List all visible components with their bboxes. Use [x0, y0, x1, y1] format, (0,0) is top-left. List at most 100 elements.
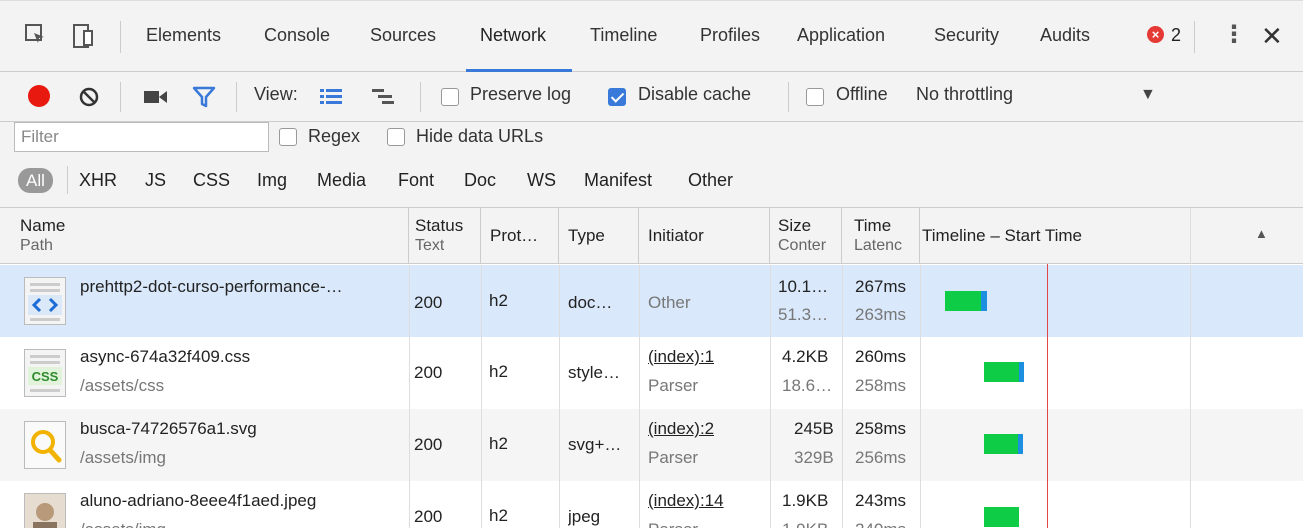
- waterfall-receiving: [1019, 362, 1024, 382]
- offline-label[interactable]: Offline: [836, 84, 888, 105]
- type-filter-css[interactable]: CSS: [193, 170, 230, 191]
- filter-icon[interactable]: [192, 86, 216, 113]
- regex-label[interactable]: Regex: [308, 126, 360, 147]
- toolbar-divider: [788, 82, 789, 112]
- request-time: 258ms: [855, 419, 907, 438]
- request-path: /assets/img: [80, 520, 400, 528]
- offline-checkbox[interactable]: [806, 88, 824, 106]
- waterfall-bar[interactable]: [945, 291, 987, 311]
- timeline-gridline: [1190, 265, 1191, 528]
- initiator-link[interactable]: (index):2: [648, 419, 714, 439]
- request-status: 200: [414, 363, 443, 382]
- type-filter-img[interactable]: Img: [257, 170, 287, 191]
- device-toolbar-icon[interactable]: [72, 23, 94, 54]
- filter-input[interactable]: [14, 122, 269, 152]
- clear-icon[interactable]: [78, 86, 100, 113]
- request-size: 1.9KB: [782, 491, 829, 510]
- request-name[interactable]: prehttp2-dot-curso-performance-…: [80, 277, 400, 297]
- column-header-initiator[interactable]: Initiator: [639, 208, 770, 264]
- type-filter-media[interactable]: Media: [317, 170, 366, 191]
- type-filter-xhr[interactable]: XHR: [79, 170, 117, 191]
- throttling-select[interactable]: No throttling: [916, 84, 1013, 105]
- timeline-divider: [1190, 208, 1191, 264]
- table-row[interactable]: aluno-adriano-8eee4f1aed.jpeg /assets/im…: [0, 481, 1303, 528]
- overview-icon[interactable]: [372, 88, 394, 111]
- waterfall-bar[interactable]: [984, 434, 1023, 454]
- column-header-time[interactable]: Time Latenc: [842, 208, 920, 264]
- type-filter-manifest[interactable]: Manifest: [584, 170, 652, 191]
- column-header-name[interactable]: Name Path: [0, 208, 409, 264]
- preserve-log-label[interactable]: Preserve log: [470, 84, 571, 105]
- css-file-icon: CSS: [24, 349, 66, 397]
- type-filter-font[interactable]: Font: [398, 170, 434, 191]
- column-header-size-label: Size: [778, 216, 812, 235]
- waterfall-bar[interactable]: [984, 362, 1024, 382]
- request-name[interactable]: aluno-adriano-8eee4f1aed.jpeg: [80, 491, 400, 511]
- tab-sources[interactable]: Sources: [370, 25, 436, 46]
- hide-data-urls-label[interactable]: Hide data URLs: [416, 126, 543, 147]
- inspect-element-icon[interactable]: [24, 23, 46, 50]
- column-divider: [639, 265, 640, 528]
- table-row[interactable]: busca-74726576a1.svg /assets/img 200 h2 …: [0, 409, 1303, 481]
- column-header-protocol[interactable]: Prot…: [481, 208, 559, 264]
- column-header-size[interactable]: Size Conter: [770, 208, 842, 264]
- request-content-size: 1.9KB: [782, 520, 828, 528]
- svg-text:CSS: CSS: [32, 369, 59, 384]
- initiator-link[interactable]: (index):14: [648, 491, 724, 511]
- tab-network[interactable]: Network: [480, 25, 546, 46]
- column-header-protocol-label: Prot…: [490, 226, 539, 245]
- column-header-type[interactable]: Type: [559, 208, 639, 264]
- record-icon[interactable]: [28, 85, 50, 107]
- regex-checkbox[interactable]: [279, 128, 297, 146]
- initiator-link[interactable]: (index):1: [648, 347, 714, 367]
- waterfall-bar[interactable]: [984, 507, 1019, 527]
- sort-ascending-icon[interactable]: ▲: [1255, 226, 1268, 241]
- request-name[interactable]: async-674a32f409.css: [80, 347, 400, 367]
- disable-cache-label[interactable]: Disable cache: [638, 84, 751, 105]
- disable-cache-checkbox[interactable]: [608, 88, 626, 106]
- tab-profiles[interactable]: Profiles: [700, 25, 760, 46]
- type-filter-all[interactable]: All: [18, 168, 53, 193]
- request-path: /assets/img: [80, 448, 166, 467]
- devtools-tab-bar: Elements Console Sources Network Timelin…: [0, 0, 1303, 72]
- waterfall-receiving: [1018, 434, 1023, 454]
- chevron-down-icon[interactable]: ▼: [1140, 86, 1156, 104]
- hide-data-urls-checkbox[interactable]: [387, 128, 405, 146]
- preserve-log-checkbox[interactable]: [441, 88, 459, 106]
- type-filter-js[interactable]: JS: [145, 170, 166, 191]
- html-doc-icon: [24, 277, 66, 325]
- request-name[interactable]: busca-74726576a1.svg: [80, 419, 400, 439]
- column-header-status[interactable]: Status Text: [409, 208, 481, 264]
- table-row[interactable]: prehttp2-dot-curso-performance-… 200 h2 …: [0, 265, 1303, 337]
- request-content-size: 329B: [794, 448, 834, 467]
- request-path: /assets/css: [80, 376, 165, 395]
- column-divider: [920, 265, 921, 528]
- large-request-rows-icon[interactable]: [320, 88, 342, 111]
- table-row[interactable]: CSS async-674a32f409.css /assets/css 200…: [0, 337, 1303, 409]
- request-status: 200: [414, 293, 443, 312]
- error-icon[interactable]: ×: [1147, 26, 1164, 43]
- toolbar-divider: [236, 82, 237, 112]
- close-icon[interactable]: ✕: [1261, 21, 1283, 52]
- error-count[interactable]: 2: [1171, 25, 1181, 46]
- request-size: 4.2KB: [782, 347, 829, 366]
- tab-security[interactable]: Security: [934, 25, 999, 46]
- tab-application[interactable]: Application: [797, 25, 885, 46]
- type-filter-other[interactable]: Other: [688, 170, 733, 191]
- tab-audits[interactable]: Audits: [1040, 25, 1090, 46]
- tab-timeline[interactable]: Timeline: [590, 25, 657, 46]
- column-header-timeline[interactable]: Timeline – Start Time ▲: [920, 208, 1303, 264]
- request-type: doc…: [568, 293, 613, 312]
- tab-console[interactable]: Console: [264, 25, 330, 46]
- type-filter-doc[interactable]: Doc: [464, 170, 496, 191]
- column-header-time-label: Time: [854, 216, 892, 235]
- load-event-line: [1047, 264, 1048, 528]
- more-options-icon[interactable]: ⋮: [1222, 23, 1246, 47]
- column-header-type-label: Type: [568, 226, 605, 245]
- waterfall-receiving: [981, 291, 987, 311]
- request-type: style…: [568, 363, 620, 382]
- request-content-size: 18.6…: [782, 376, 833, 395]
- tab-elements[interactable]: Elements: [146, 25, 221, 46]
- type-filter-ws[interactable]: WS: [527, 170, 556, 191]
- capture-screenshots-icon[interactable]: [144, 89, 168, 110]
